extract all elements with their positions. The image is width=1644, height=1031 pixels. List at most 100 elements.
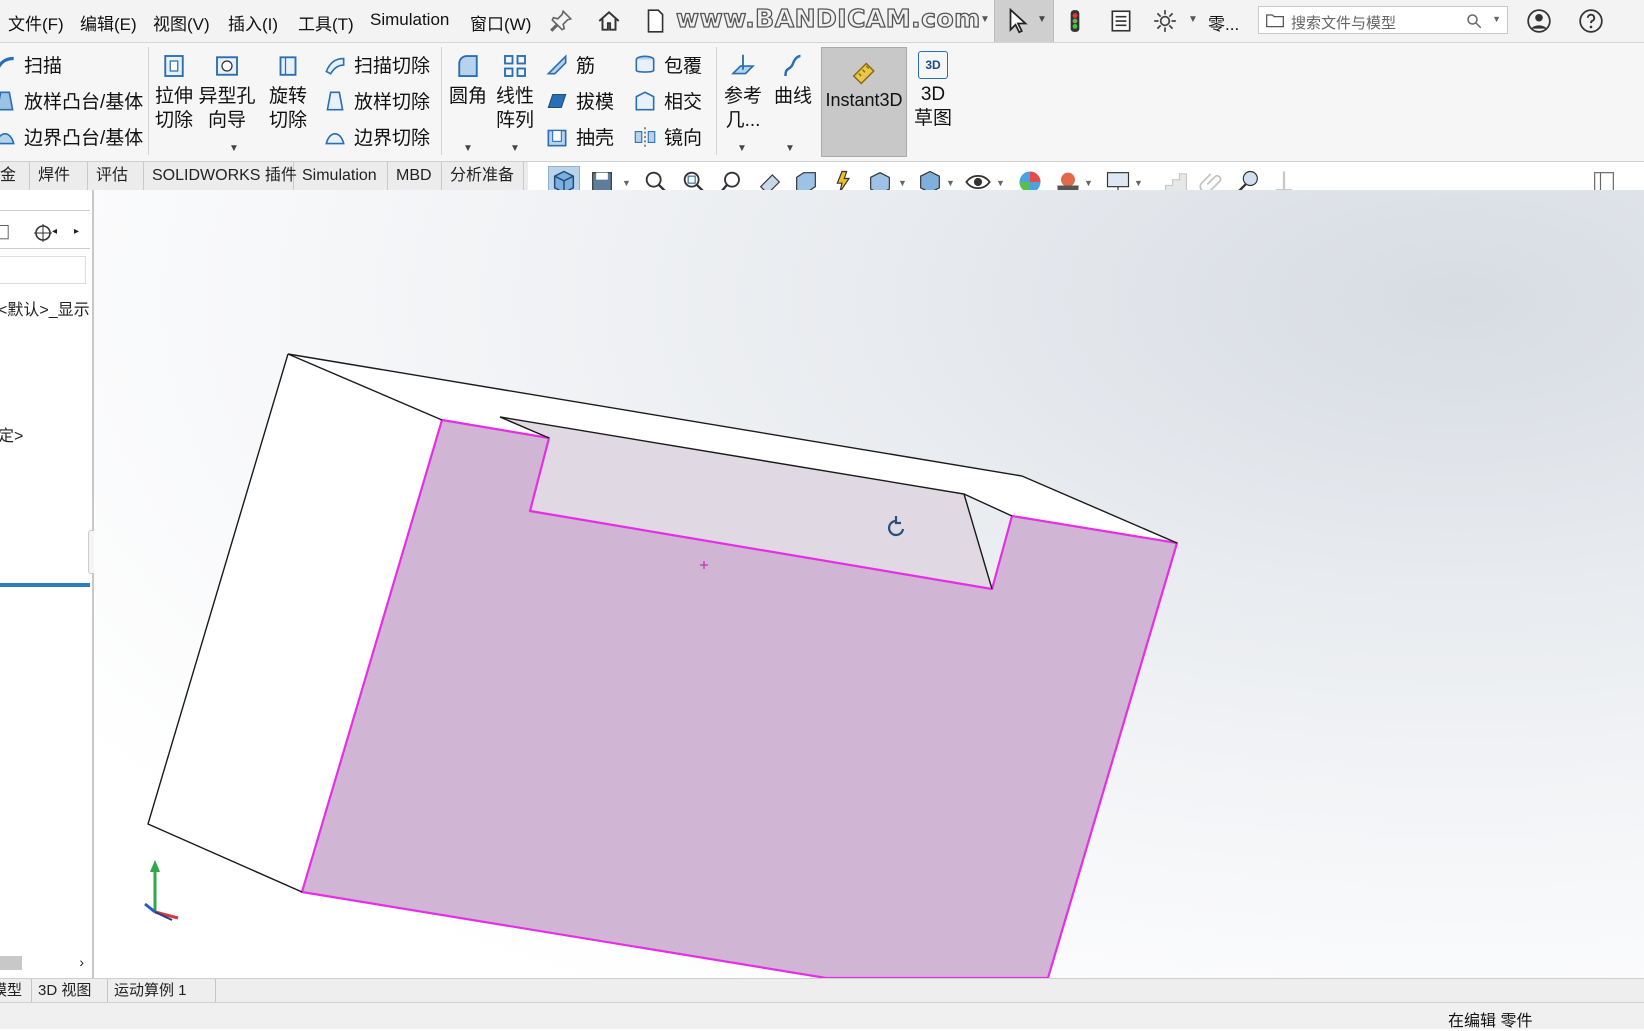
tab-weldments[interactable]: 焊件 [30,162,88,190]
boundary-boss-button[interactable]: 边界凸台/基体 [0,123,143,150]
search-input[interactable]: 搜索文件与模型 ▼ [1258,6,1508,34]
revolve-cut-label-1: 旋转 [268,86,307,107]
menu-edit[interactable]: 编辑(E) [80,10,137,35]
reference-geometry-button[interactable]: 参考 几... [720,51,766,133]
hole-wizard-button[interactable]: 异型孔 向导 [198,51,256,133]
instant3d-label: Instant3D [825,90,903,110]
chevron-down-icon[interactable]: ▼ [737,143,747,154]
chevron-down-icon[interactable]: ▼ [1037,14,1047,25]
search-icon[interactable] [1465,12,1483,30]
rib-icon [546,53,567,74]
tab-simulation[interactable]: Simulation [294,162,388,190]
intersect-button[interactable]: 相交 [632,87,702,114]
extrude-cut-icon [164,55,184,77]
scrollbar-thumb[interactable] [0,956,22,970]
chevron-down-icon[interactable]: ▼ [946,178,955,188]
lofted-cut-label: 放样切除 [354,92,431,113]
axis-triad-icon [144,860,179,921]
horizontal-scrollbar[interactable]: › [0,954,86,972]
feature-tree-tab-icon[interactable] [0,222,14,244]
chevron-down-icon[interactable]: ▼ [510,143,520,154]
user-account-icon[interactable] [1522,4,1556,38]
new-document-icon[interactable] [638,4,672,38]
tab-mbd[interactable]: MBD [388,162,442,190]
rib-button[interactable]: 筋 [544,51,595,78]
shell-button[interactable]: 抽壳 [544,123,614,150]
mirror-button[interactable]: 镜向 [632,123,702,150]
menu-file[interactable]: 文件(F) [8,10,64,35]
chevron-down-icon[interactable]: ▼ [1134,178,1143,188]
cursor-arrow-icon [1009,7,1028,34]
3d-sketch-label-2: 草图 [913,108,952,129]
chevron-left-icon[interactable]: ◂ [52,226,57,237]
chevron-down-icon[interactable]: ▼ [1084,178,1093,188]
lofted-cut-button[interactable]: 放样切除 [322,87,430,114]
chevron-down-icon[interactable]: ▼ [1188,14,1198,25]
hole-wizard-label-2: 向导 [207,110,246,131]
swept-cut-button[interactable]: 扫描切除 [322,51,430,78]
chevron-down-icon[interactable]: ▼ [229,143,239,154]
menu-window[interactable]: 窗口(W) [470,10,531,35]
chevron-down-icon[interactable]: ▼ [996,178,1005,188]
chevron-down-icon[interactable]: ▼ [622,178,631,188]
curves-button[interactable]: 曲线 [770,51,816,109]
select-tool-button[interactable]: ▼ [994,0,1054,42]
panel-splitter[interactable] [0,583,90,587]
panel-tab-strip: ◂ ▸ [0,218,90,249]
tab-motion-study-1[interactable]: 运动算例 1 [108,979,216,1003]
traffic-light-icon[interactable] [1058,4,1092,38]
revolve-cut-label-2: 切除 [268,110,307,131]
model-canvas[interactable] [94,190,1644,978]
chevron-right-icon[interactable]: ▸ [74,226,79,237]
menu-tools[interactable]: 工具(T) [298,10,354,35]
part-name-label[interactable]: 零... [1208,10,1239,35]
menu-bar: 文件(F) 编辑(E) 视图(V) 插入(I) 工具(T) Simulation… [0,0,1644,43]
fillet-button[interactable]: 圆角 [447,51,489,109]
ribbon-divider [148,47,149,155]
chevron-down-icon[interactable]: ▼ [898,178,907,188]
pin-icon[interactable] [544,4,578,38]
extrude-cut-button[interactable]: 拉伸 切除 [152,51,196,133]
configuration-item[interactable]: <默认>_显示 [0,296,90,320]
loft-icon [0,91,14,110]
boundary-cut-label: 边界切除 [354,128,431,149]
tab-3d-views[interactable]: 3D 视图 [32,979,108,1003]
help-icon[interactable] [1574,4,1608,38]
graphics-viewport[interactable] [94,190,1644,978]
chevron-down-icon[interactable]: ▼ [463,143,473,154]
menu-simulation[interactable]: Simulation [370,10,449,30]
chevron-down-icon[interactable]: ▼ [1492,14,1501,24]
chevron-right-icon[interactable]: › [79,954,84,970]
instant3d-button[interactable]: Instant3D [821,47,907,157]
curves-label: 曲线 [773,86,812,107]
filter-input[interactable] [0,256,86,284]
linear-pattern-button[interactable]: 线性 阵列 [492,51,538,133]
hole-wizard-label-1: 异型孔 [198,86,256,107]
boundary-cut-button[interactable]: 边界切除 [322,123,430,150]
sweep-icon [0,56,14,68]
tab-solidworks-addins[interactable]: SOLIDWORKS 插件 [144,162,297,190]
file-properties-icon[interactable] [1104,4,1138,38]
home-icon[interactable] [592,4,626,38]
wrap-button[interactable]: 包覆 [632,51,702,78]
draft-button[interactable]: 拔模 [544,87,614,114]
wrap-icon [635,55,655,73]
tree-item[interactable]: 定> [0,422,23,446]
menu-insert[interactable]: 插入(I) [228,10,278,35]
sweep-boss-button[interactable]: 扫描 [0,51,62,78]
command-manager-ribbon: 扫描 放样凸台/基体 边界凸台/基体 拉伸 切除 异型孔 向导 ▼ 旋转 切除 … [0,43,1644,162]
3d-sketch-button[interactable]: 3D 3D 草图 [910,51,956,131]
linear-pattern-label-2: 阵列 [495,110,534,131]
tab-sheet-metal[interactable]: 金 [0,162,30,190]
tab-evaluate[interactable]: 评估 [88,162,144,190]
loft-boss-button[interactable]: 放样凸台/基体 [0,87,143,114]
menu-view[interactable]: 视图(V) [153,10,210,35]
draft-label: 拔模 [576,92,615,113]
chevron-down-icon[interactable]: ▼ [785,143,795,154]
chevron-down-icon[interactable]: ▼ [980,14,990,25]
tab-model[interactable]: 模型 [0,979,32,1003]
tab-analysis-prep[interactable]: 分析准备 [442,162,524,190]
gear-icon[interactable] [1148,4,1182,38]
revolve-cut-button[interactable]: 旋转 切除 [266,51,310,133]
rib-label: 筋 [576,56,596,77]
